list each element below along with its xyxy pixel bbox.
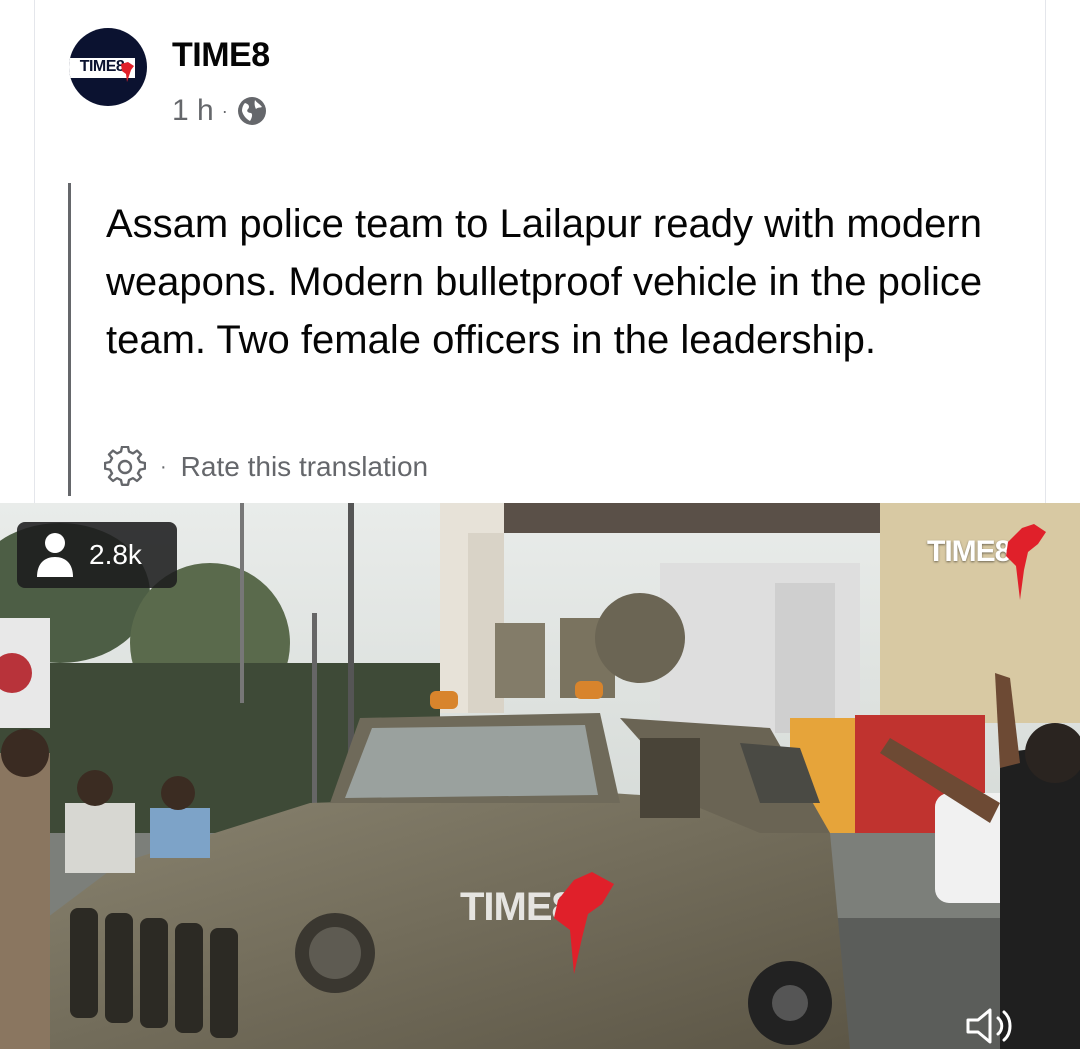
blood-splash-icon bbox=[554, 872, 614, 974]
rate-translation-link[interactable]: Rate this translation bbox=[181, 451, 428, 483]
translation-row: · Rate this translation bbox=[104, 446, 428, 488]
translation-quote-bar bbox=[68, 183, 71, 496]
post-text: Assam police team to Lailapur ready with… bbox=[106, 202, 983, 362]
avatar-logo-text: TIME8 bbox=[79, 58, 125, 75]
speaker-icon[interactable] bbox=[962, 1004, 1022, 1048]
translation-separator: · bbox=[160, 455, 167, 478]
views-badge: 2.8k bbox=[17, 522, 177, 588]
author-name[interactable]: TIME8 bbox=[172, 36, 270, 75]
gear-icon[interactable] bbox=[104, 446, 146, 488]
post-meta: 1 h · bbox=[172, 94, 268, 128]
author-avatar[interactable]: TIME8 bbox=[69, 28, 147, 106]
blood-splash-icon bbox=[1006, 524, 1046, 600]
person-icon bbox=[37, 533, 73, 577]
watermark-corner: TIME8 bbox=[927, 535, 1011, 569]
post-timestamp[interactable]: 1 h bbox=[172, 94, 214, 128]
views-count: 2.8k bbox=[89, 539, 142, 570]
globe-icon bbox=[237, 97, 266, 125]
blood-splash-icon bbox=[121, 62, 134, 82]
meta-separator: · bbox=[221, 101, 228, 121]
watermark-corner-text: TIME8 bbox=[927, 535, 1011, 568]
